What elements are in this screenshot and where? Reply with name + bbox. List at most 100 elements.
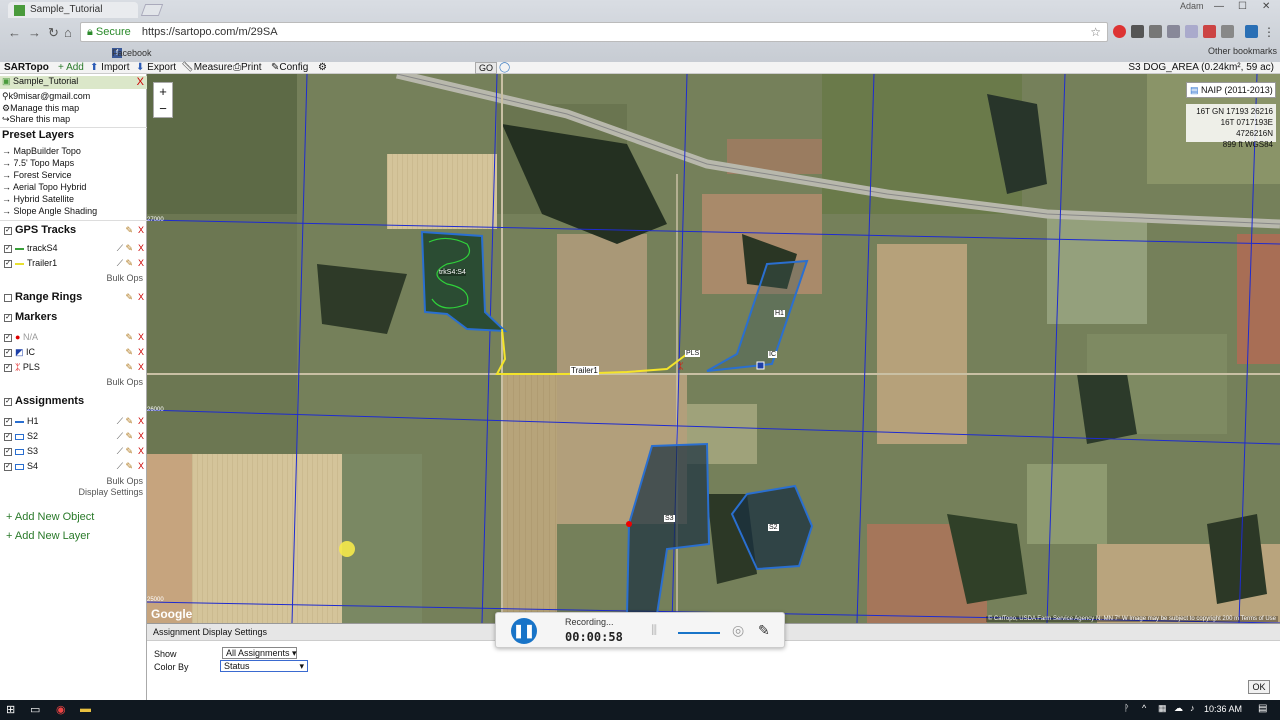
edit-icon[interactable]: ✎ bbox=[125, 416, 133, 427]
share-map-link[interactable]: ↪Share this map bbox=[0, 114, 147, 125]
profile-graph-icon[interactable]: ⟋ bbox=[117, 258, 123, 269]
home-icon[interactable]: ⌂ bbox=[64, 25, 72, 40]
zoom-out-button[interactable]: − bbox=[154, 100, 172, 117]
config-button[interactable]: ✎Config bbox=[271, 62, 308, 73]
list-item[interactable]: ✓ ● N/A ✎ X bbox=[0, 332, 147, 342]
add-new-object-link[interactable]: + Add New Object bbox=[0, 511, 147, 523]
locate-icon[interactable]: ◯ bbox=[499, 62, 510, 73]
extension-icon[interactable] bbox=[1167, 25, 1180, 38]
edit-icon[interactable]: ✎ bbox=[125, 258, 133, 269]
add-button[interactable]: + Add bbox=[58, 62, 84, 73]
pls-marker-icon[interactable]: ᛯ bbox=[678, 361, 683, 371]
notifications-icon[interactable]: ▤ bbox=[1258, 703, 1267, 714]
list-item[interactable]: ✓ Trailer1 ⟋ ✎ X bbox=[0, 258, 147, 268]
maximize-icon[interactable]: ☐ bbox=[1238, 1, 1247, 12]
export-button[interactable]: ⬇︎ Export bbox=[136, 62, 176, 73]
close-map-icon[interactable]: X bbox=[137, 76, 144, 88]
webcam-icon[interactable]: ◎ bbox=[732, 622, 744, 639]
checkbox[interactable]: ✓ bbox=[4, 348, 12, 357]
zoom-in-button[interactable]: + bbox=[154, 83, 172, 100]
edit-icon[interactable]: ✎ bbox=[125, 461, 133, 472]
list-item[interactable]: ✓ S3 ⟋ ✎ X bbox=[0, 446, 147, 456]
extension-icon[interactable] bbox=[1131, 25, 1144, 38]
back-icon[interactable]: ← bbox=[8, 25, 21, 40]
edit-icon[interactable]: ✎ bbox=[125, 446, 133, 457]
map-name-row[interactable]: ▣ Sample_Tutorial X bbox=[0, 76, 147, 89]
close-window-icon[interactable]: ✕ bbox=[1262, 1, 1270, 12]
reload-icon[interactable]: ↻ bbox=[48, 25, 59, 41]
list-item[interactable]: ✓ ᛯ PLS ✎ X bbox=[0, 362, 147, 372]
list-item[interactable]: ✓ ◩ IC ✎ X bbox=[0, 347, 147, 358]
display-settings-link[interactable]: Display Settings bbox=[78, 487, 143, 497]
file-explorer-icon[interactable]: ▬ bbox=[80, 703, 91, 715]
minimize-icon[interactable]: — bbox=[1214, 1, 1224, 12]
edit-icon[interactable]: ✎ bbox=[125, 362, 133, 373]
windows-start-icon[interactable]: ⊞ bbox=[6, 703, 15, 716]
opera-extension-icon[interactable] bbox=[1113, 25, 1126, 38]
forward-icon[interactable]: → bbox=[28, 25, 41, 40]
other-bookmarks[interactable]: Other bookmarks bbox=[1208, 46, 1277, 56]
checkbox[interactable]: ✓ bbox=[4, 244, 12, 253]
profile-graph-icon[interactable]: ⟋ bbox=[117, 461, 123, 472]
colorby-select[interactable]: Status ▾ bbox=[220, 660, 308, 672]
volume-slider[interactable] bbox=[678, 632, 720, 634]
new-tab-button[interactable] bbox=[140, 4, 164, 16]
edit-icon[interactable]: ✎ bbox=[125, 292, 133, 303]
preset-layer-item[interactable]: → Hybrid Satellite bbox=[0, 194, 147, 204]
ok-button[interactable]: OK bbox=[1248, 680, 1270, 694]
delete-icon[interactable]: X bbox=[138, 225, 144, 235]
ic-marker-icon[interactable] bbox=[756, 361, 765, 370]
aerial-map[interactable]: ᛯ bbox=[147, 74, 1280, 623]
preset-layer-item[interactable]: → 7.5' Topo Maps bbox=[0, 158, 147, 168]
pen-icon[interactable]: ✎ bbox=[758, 622, 770, 639]
map-canvas[interactable]: ᛯ trkS4:S4 Trailer1 PLS H1 IC S3 S2 2700… bbox=[147, 74, 1280, 623]
extension-icon[interactable] bbox=[1185, 25, 1198, 38]
extension-icon[interactable] bbox=[1149, 25, 1162, 38]
measure-button[interactable]: 📏︎Measure bbox=[181, 62, 233, 73]
import-button[interactable]: ⬆︎ Import bbox=[90, 62, 130, 73]
markers-checkbox[interactable]: ✓ bbox=[4, 313, 12, 322]
edit-icon[interactable]: ✎ bbox=[125, 347, 133, 358]
audio-bars-icon[interactable]: ⦀ bbox=[651, 622, 657, 639]
checkbox[interactable]: ✓ bbox=[4, 432, 12, 441]
preset-layer-item[interactable]: → MapBuilder Topo bbox=[0, 146, 147, 156]
print-button[interactable]: ⎙Print bbox=[233, 62, 262, 73]
manage-map-link[interactable]: ⚙Manage this map bbox=[0, 103, 147, 114]
edit-icon[interactable]: ✎ bbox=[125, 431, 133, 442]
people-icon[interactable]: ᚹ bbox=[1124, 703, 1129, 713]
delete-icon[interactable]: X bbox=[138, 243, 144, 253]
edit-icon[interactable]: ✎ bbox=[125, 332, 133, 343]
delete-icon[interactable]: X bbox=[138, 258, 144, 268]
chrome-icon[interactable]: ◉ bbox=[56, 703, 66, 716]
go-button[interactable]: GO bbox=[475, 62, 497, 74]
profile-graph-icon[interactable]: ⟋ bbox=[117, 243, 123, 254]
edit-icon[interactable]: ✎ bbox=[125, 225, 133, 236]
chevron-up-icon[interactable]: ^ bbox=[1142, 703, 1146, 713]
checkbox[interactable]: ✓ bbox=[4, 363, 12, 372]
delete-icon[interactable]: X bbox=[138, 416, 144, 426]
volume-icon[interactable]: ♪ bbox=[1190, 703, 1195, 713]
profile-name[interactable]: Adam bbox=[1180, 1, 1204, 11]
profile-graph-icon[interactable]: ⟋ bbox=[117, 446, 123, 457]
bulk-ops-link[interactable]: Bulk Ops bbox=[106, 273, 143, 283]
preset-layer-item[interactable]: → Slope Angle Shading bbox=[0, 206, 147, 216]
bookmark-star-icon[interactable]: ☆ bbox=[1090, 25, 1101, 39]
profile-graph-icon[interactable]: ⟋ bbox=[117, 431, 123, 442]
show-select[interactable]: All Assignments ▾ bbox=[222, 647, 297, 659]
checkbox[interactable]: ✓ bbox=[4, 447, 12, 456]
basemap-selector[interactable]: ▤ NAIP (2011-2013) bbox=[1186, 82, 1276, 98]
assignments-checkbox[interactable]: ✓ bbox=[4, 397, 12, 406]
edit-icon[interactable]: ✎ bbox=[125, 243, 133, 254]
clock[interactable]: 10:36 AM bbox=[1204, 704, 1242, 714]
network-icon[interactable]: ▦ bbox=[1158, 703, 1167, 714]
gps-tracks-checkbox[interactable]: ✓ bbox=[4, 226, 12, 235]
hiker-icon[interactable]: ⚙︎ bbox=[318, 62, 327, 73]
task-view-icon[interactable]: ▭ bbox=[30, 703, 40, 716]
delete-icon[interactable]: X bbox=[138, 292, 144, 302]
pause-button[interactable]: ❚❚ bbox=[502, 617, 542, 645]
delete-icon[interactable]: X bbox=[138, 362, 144, 372]
browser-tab[interactable]: Sample_Tutorial bbox=[8, 2, 138, 18]
checkbox[interactable]: ✓ bbox=[4, 333, 12, 342]
checkbox[interactable]: ✓ bbox=[4, 417, 12, 426]
na-marker-icon[interactable] bbox=[626, 521, 632, 527]
